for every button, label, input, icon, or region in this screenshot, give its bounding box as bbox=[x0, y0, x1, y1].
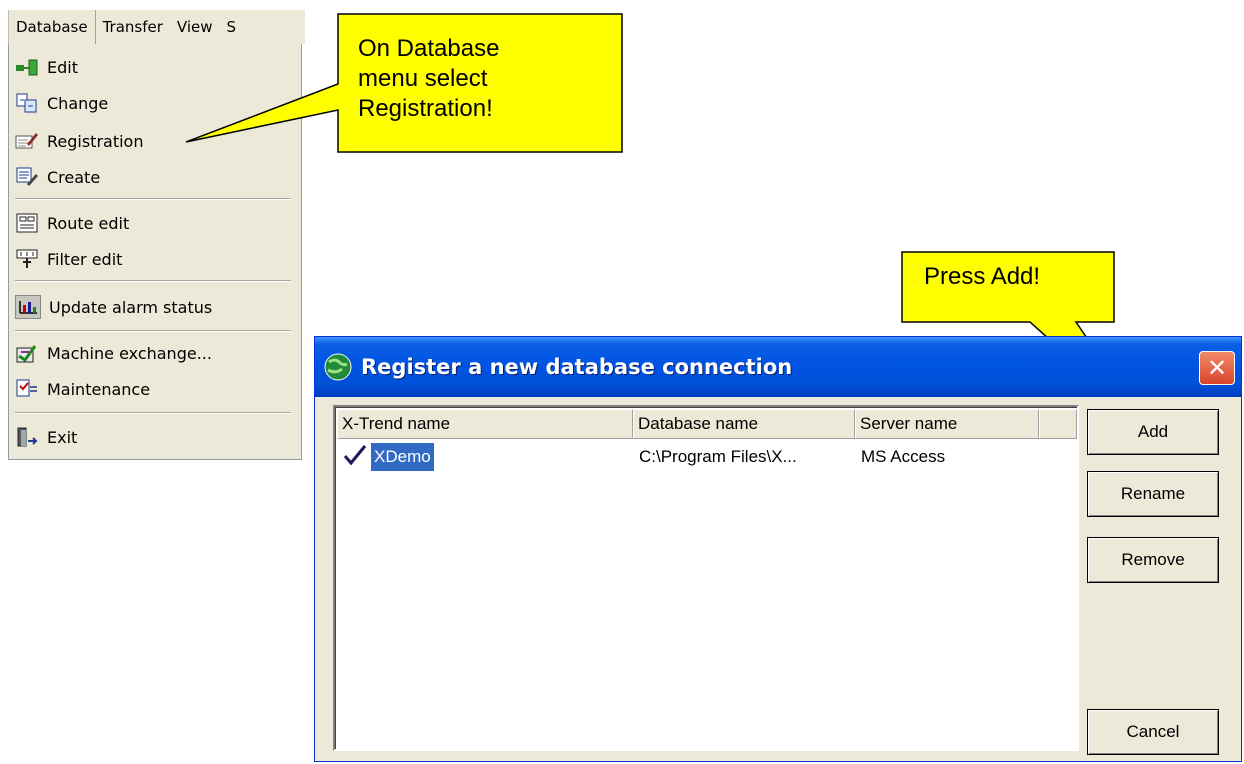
server-name-cell: MS Access bbox=[861, 447, 946, 466]
remove-button[interactable]: Remove bbox=[1087, 537, 1219, 583]
add-hint-text: Press Add! bbox=[924, 263, 1041, 290]
column-header-server-name[interactable]: Server name bbox=[855, 409, 1039, 439]
column-header-filler bbox=[1039, 409, 1077, 439]
column-header-database-name[interactable]: Database name bbox=[633, 409, 855, 439]
table-row[interactable]: XDemo C:\Program Files\X... MS Access bbox=[337, 442, 1077, 472]
register-database-dialog: Register a new database connection ✕ X-T… bbox=[314, 336, 1242, 762]
dialog-body: X-Trend name Database name Server name X… bbox=[319, 397, 1237, 757]
add-button[interactable]: Add bbox=[1087, 409, 1219, 455]
dialog-title: Register a new database connection bbox=[361, 355, 793, 379]
list-header: X-Trend name Database name Server name bbox=[337, 409, 1077, 439]
checkmark-icon bbox=[343, 443, 367, 471]
connection-list[interactable]: X-Trend name Database name Server name X… bbox=[333, 405, 1079, 751]
close-button[interactable]: ✕ bbox=[1199, 351, 1235, 385]
database-name-cell: C:\Program Files\X... bbox=[639, 447, 797, 466]
close-icon: ✕ bbox=[1206, 354, 1228, 382]
rename-button[interactable]: Rename bbox=[1087, 471, 1219, 517]
globe-icon bbox=[323, 352, 353, 382]
dialog-titlebar[interactable]: Register a new database connection ✕ bbox=[315, 337, 1241, 397]
cancel-button[interactable]: Cancel bbox=[1087, 709, 1219, 755]
xtrend-name-cell[interactable]: XDemo bbox=[370, 442, 435, 472]
menu-hint-text: On Database menu select Registration! bbox=[358, 35, 500, 122]
column-header-xtrend-name[interactable]: X-Trend name bbox=[337, 409, 633, 439]
